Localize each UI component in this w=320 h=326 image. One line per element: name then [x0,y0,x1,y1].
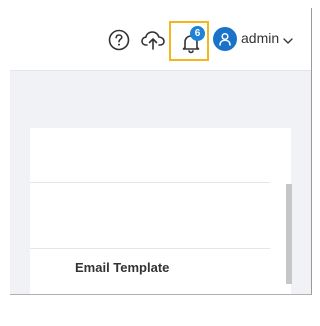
section-divider [30,182,270,183]
user-icon [219,32,231,46]
notification-count-badge: 6 [190,26,205,41]
vertical-scrollbar[interactable] [286,184,292,284]
column-header-email-template[interactable]: Email Template [75,260,169,275]
avatar[interactable] [213,27,237,51]
notifications-button[interactable]: 6 [169,21,209,61]
question-circle-icon [108,29,130,51]
username-label[interactable]: admin [241,30,279,46]
upload-button[interactable] [140,28,166,52]
cloud-upload-icon [141,31,165,50]
screenshot-stage: 6 admin Email Template [0,0,319,326]
header-divider [10,70,311,71]
top-navigation-bar: 6 admin [10,8,311,70]
chevron-down-icon[interactable] [283,38,293,44]
app-window: 6 admin Email Template [10,8,312,295]
table-header: Email Template [30,248,270,287]
help-button[interactable] [107,28,131,52]
